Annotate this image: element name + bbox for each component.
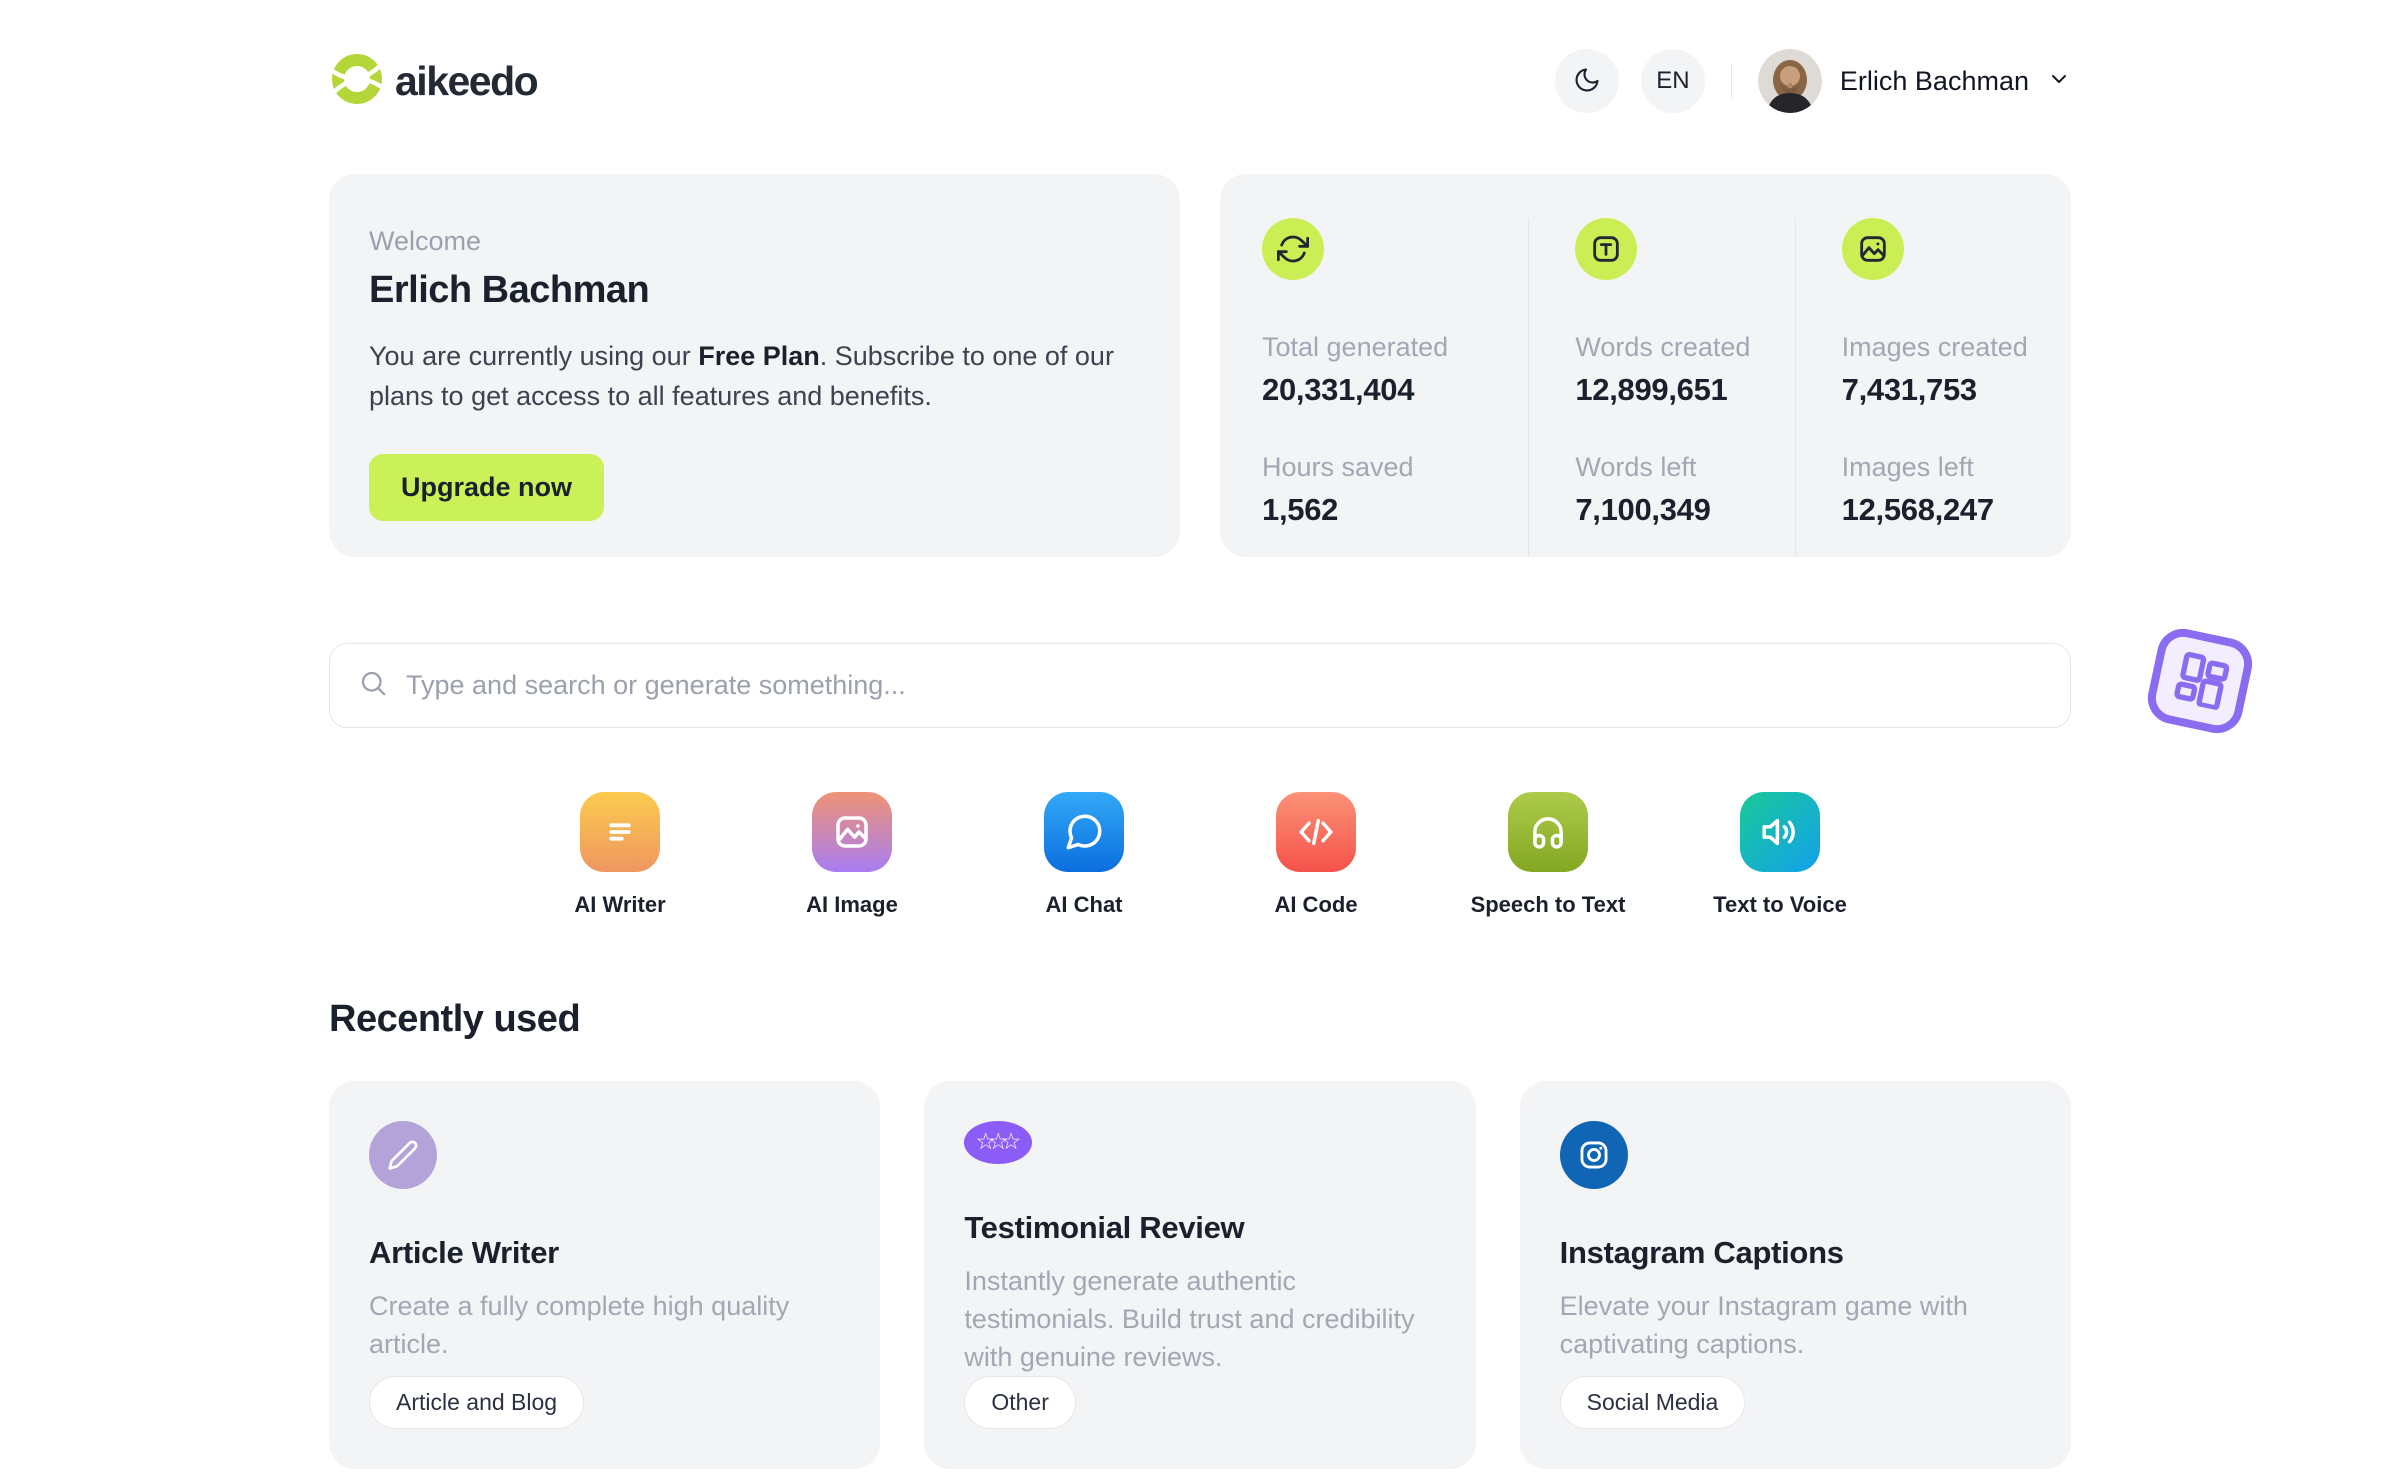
recent-card-article-writer[interactable]: Article Writer Create a fully complete h… [329, 1081, 881, 1469]
recent-card-description: Create a fully complete high quality art… [369, 1291, 790, 1359]
words-icon [1575, 218, 1638, 280]
user-menu[interactable]: Erlich Bachman [1757, 49, 2071, 113]
tool-label: AI Image [806, 892, 898, 917]
tool-label: Text to Voice [1713, 892, 1847, 917]
recent-card-title: Instagram Captions [1559, 1235, 1844, 1270]
refresh-icon [1262, 218, 1324, 280]
tool-text-to-voice[interactable]: Text to Voice [1702, 792, 1858, 918]
writer-icon [580, 792, 660, 872]
apps-grid-sticker[interactable] [2143, 624, 2257, 738]
aikeedo-swirl-icon [329, 51, 385, 112]
stat-value: 20,331,404 [1262, 372, 1415, 407]
stat-value: 1,562 [1262, 492, 1339, 527]
stat-value: 12,899,651 [1575, 372, 1728, 407]
recent-card-description: Instantly generate authentic testimonial… [964, 1266, 1415, 1372]
speaker-icon [1740, 792, 1820, 872]
usage-stats-panel: Total generated 20,331,404 Hours saved 1… [1220, 174, 2071, 557]
category-tag: Article and Blog [369, 1376, 585, 1429]
instagram-icon [1559, 1121, 1628, 1189]
stat-value: 7,100,349 [1575, 492, 1711, 527]
recent-card-instagram-captions[interactable]: Instagram Captions Elevate your Instagra… [1519, 1081, 2071, 1469]
tool-label: AI Chat [1045, 892, 1123, 917]
stat-value: 12,568,247 [1841, 492, 1994, 527]
tool-ai-chat[interactable]: AI Chat [1006, 792, 1162, 918]
stat-col-generated: Total generated 20,331,404 Hours saved 1… [1262, 218, 1528, 557]
image-icon [812, 792, 892, 872]
star-glyph: ☆ [1000, 1128, 1022, 1154]
recent-card-title: Article Writer [369, 1235, 559, 1270]
welcome-eyebrow: Welcome [369, 226, 482, 256]
category-tag: Social Media [1559, 1376, 1746, 1429]
stat-label: Words created [1575, 332, 1751, 362]
avatar [1757, 49, 1822, 113]
search-bar [329, 643, 2071, 728]
stat-col-words: Words created 12,899,651 Words left 7,10… [1528, 218, 1794, 557]
tool-ai-image[interactable]: AI Image [774, 792, 930, 918]
headphones-icon [1508, 792, 1588, 872]
search-icon [358, 668, 388, 703]
stat-label: Words left [1575, 452, 1697, 482]
recent-card-title: Testimonial Review [964, 1210, 1245, 1245]
plan-message: You are currently using our Free Plan. S… [369, 341, 1114, 411]
moon-icon [1573, 66, 1601, 97]
star-glyph: ☆ [975, 1128, 996, 1154]
header-divider [1730, 63, 1732, 99]
tool-speech-to-text[interactable]: Speech to Text [1470, 792, 1626, 918]
plan-name: Free Plan [698, 341, 820, 371]
stars-icon: ☆ ☆ ☆ [964, 1121, 1033, 1164]
user-name: Erlich Bachman [1839, 65, 2029, 96]
tool-ai-code[interactable]: AI Code [1238, 792, 1394, 918]
tool-label: AI Writer [574, 892, 666, 917]
pencil-icon [369, 1121, 437, 1189]
brand-logo[interactable]: aikeedo [329, 51, 539, 112]
recent-grid: Article Writer Create a fully complete h… [329, 1081, 2071, 1469]
images-icon [1841, 218, 1904, 280]
stat-label: Hours saved [1262, 452, 1414, 482]
chevron-down-icon [2047, 67, 2071, 96]
search-input[interactable] [406, 670, 2042, 701]
language-button[interactable]: EN [1640, 49, 1705, 113]
category-tag: Other [964, 1376, 1076, 1429]
header: aikeedo EN Erlich Bachman [329, 48, 2071, 114]
tool-ai-writer[interactable]: AI Writer [542, 792, 698, 918]
tool-label: Speech to Text [1470, 892, 1626, 917]
brand-name: aikeedo [395, 57, 539, 104]
recently-used-heading: Recently used [329, 998, 581, 1040]
chat-icon [1044, 792, 1124, 872]
recent-card-description: Elevate your Instagram game with captiva… [1559, 1291, 1968, 1359]
welcome-panel: Welcome Erlich Bachman You are currently… [329, 174, 1180, 557]
dashboard-page: aikeedo EN Erlich Bachman Welcome Erlich… [0, 0, 2400, 1480]
stat-label: Images created [1841, 332, 2028, 362]
header-controls: EN Erlich Bachman [1554, 49, 2071, 113]
upgrade-button[interactable]: Upgrade now [369, 454, 605, 521]
stat-col-images: Images created 7,431,753 Images left 12,… [1794, 218, 2061, 557]
stat-value: 7,431,753 [1841, 372, 1978, 407]
stat-label: Total generated [1262, 332, 1449, 362]
tool-label: AI Code [1274, 892, 1358, 917]
grid-icon [2167, 647, 2232, 716]
dark-mode-toggle[interactable] [1554, 49, 1619, 113]
welcome-user-name: Erlich Bachman [369, 269, 650, 311]
top-row: Welcome Erlich Bachman You are currently… [329, 174, 2071, 557]
tools-row: AI Writer AI Image AI Chat AI Code Speec… [329, 792, 2071, 918]
recent-card-testimonial-review[interactable]: ☆ ☆ ☆ Testimonial Review Instantly gener… [924, 1081, 1476, 1469]
code-icon [1276, 792, 1356, 872]
stat-label: Images left [1841, 452, 1974, 482]
